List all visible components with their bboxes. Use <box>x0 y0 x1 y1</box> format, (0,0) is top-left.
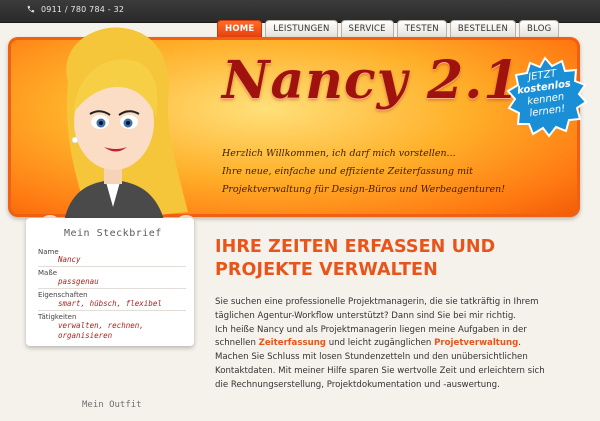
profile-label: Name <box>38 248 59 256</box>
free-trial-badge[interactable]: JETZT kostenlos kennen lernen! <box>502 56 588 142</box>
phone-icon <box>27 5 35 13</box>
main-headline: IHRE ZEITEN ERFASSEN UND PROJEKTE VERWAL… <box>215 236 585 282</box>
profile-label: Eigenschaften <box>38 291 88 299</box>
body-line: die Rechnungserstellung, Projektdokument… <box>215 379 500 390</box>
body-text: schnellen <box>215 338 259 349</box>
profile-label: Tätigkeiten <box>38 313 77 321</box>
profile-value: Nancy <box>58 255 81 264</box>
profile-value: passgenau <box>58 277 99 286</box>
profile-value: smart, hübsch, flexibel <box>58 299 162 308</box>
phone-contact[interactable]: 0911 / 780 784 - 32 <box>26 5 124 14</box>
outfit-link[interactable]: Mein Outfit <box>82 400 142 410</box>
main-body-text: Sie suchen eine professionelle Projektma… <box>215 296 590 393</box>
headline-line: PROJEKTE VERWALTEN <box>215 260 438 280</box>
headline-line: IHRE ZEITEN ERFASSEN UND <box>215 237 496 257</box>
body-line: schnellen Zeiterfassung und leicht zugän… <box>215 337 590 351</box>
tab-bestellen[interactable]: BESTELLEN <box>449 20 517 38</box>
profile-label: Maße <box>38 269 58 277</box>
body-text: . <box>518 338 522 349</box>
divider <box>38 288 186 289</box>
divider <box>38 310 186 311</box>
tagline-line: Projektverwaltung für Design-Büros und W… <box>222 184 506 195</box>
link-zeiterfassung[interactable]: Zeiterfassung <box>259 338 326 348</box>
link-projektverwaltung[interactable]: Projetverwaltung <box>434 338 518 348</box>
profile-card-title: Mein Steckbrief <box>64 228 162 239</box>
profile-value: verwalten, rechnen, organisieren <box>58 321 144 340</box>
body-line: täglichen Agentur-Workflow unterstützt? … <box>215 310 517 321</box>
tagline-line: Herzlich Willkommen, ich darf mich vorst… <box>222 148 456 159</box>
nancy-character-illustration <box>41 27 195 229</box>
body-line: Kontaktdaten. Mit meiner Hilfe sparen Si… <box>215 365 545 376</box>
tagline-line: Ihre neue, einfache und effiziente Zeite… <box>222 166 473 177</box>
tab-home[interactable]: HOME <box>217 20 263 38</box>
tab-testen[interactable]: TESTEN <box>396 20 447 38</box>
main-nav: HOME LEISTUNGEN SERVICE TESTEN BESTELLEN… <box>217 20 560 38</box>
tab-service[interactable]: SERVICE <box>340 20 394 38</box>
phone-number: 0911 / 780 784 - 32 <box>41 5 125 14</box>
body-line: Ich heiße Nancy und als Projektmanagerin… <box>215 324 527 335</box>
profile-card: Mein Steckbrief Name Nancy Maße passgena… <box>26 218 194 346</box>
tab-blog[interactable]: BLOG <box>519 20 560 38</box>
hero-title: Nancy 2.1 <box>222 50 521 111</box>
body-line: Machen Sie Schluss mit losen Stundenzett… <box>215 352 528 363</box>
divider <box>38 266 186 267</box>
body-text: und leicht zugänglichen <box>325 338 435 349</box>
tab-leistungen[interactable]: LEISTUNGEN <box>265 20 338 38</box>
hero-tagline: Herzlich Willkommen, ich darf mich vorst… <box>222 145 542 199</box>
body-line: Sie suchen eine professionelle Projektma… <box>215 297 539 307</box>
